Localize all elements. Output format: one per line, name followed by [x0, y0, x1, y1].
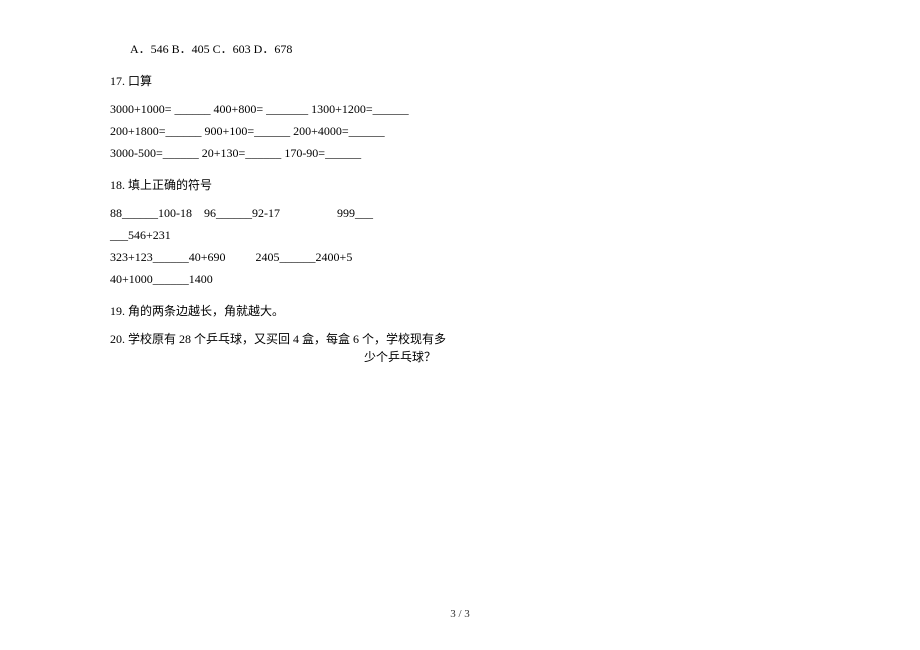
q18-r1-b: 96______92-17 — [204, 206, 337, 220]
q18-row2: ___546+231 — [110, 226, 810, 244]
q17-r2-a: 200+1800=______ — [110, 124, 205, 138]
mc-text: A．546 B．405 C．603 D．678 — [130, 42, 292, 56]
q17-r3-b: 20+130=______ — [202, 146, 285, 160]
document-page: A．546 B．405 C．603 D．678 17. 口算 3000+1000… — [0, 0, 920, 366]
multiple-choice-options: A．546 B．405 C．603 D．678 — [110, 40, 810, 58]
q17-r1-a: 3000+1000= ______ — [110, 102, 214, 116]
q17-r2-b: 900+100=______ — [205, 124, 294, 138]
q18-title: 18. 填上正确的符号 — [110, 176, 810, 194]
page-number: 3 / 3 — [0, 608, 920, 620]
q17-row3: 3000-500=______ 20+130=______ 170-90=___… — [110, 144, 810, 162]
q20-line2: 少个乒乓球？ — [110, 348, 810, 366]
q20-block: 20. 学校原有 28 个乒乓球，又买回 4 盒，每盒 6 个，学校现有多 少个… — [110, 330, 810, 366]
q17-r1-c: 1300+1200=______ — [311, 102, 409, 116]
q18-r3-a: 323+123______40+690 — [110, 250, 256, 264]
q17-row2: 200+1800=______ 900+100=______ 200+4000=… — [110, 122, 810, 140]
q19-text: 19. 角的两条边越长，角就越大。 — [110, 302, 810, 320]
q17-r3-a: 3000-500=______ — [110, 146, 202, 160]
q18-r1-c: 999___ — [337, 206, 373, 220]
q18-r3-b: 2405______2400+5 — [256, 250, 353, 264]
q17-row1: 3000+1000= ______ 400+800= _______ 1300+… — [110, 100, 810, 118]
q18-row1: 88______100-18 96______92-17 999___ — [110, 204, 810, 222]
q17-r2-c: 200+4000=______ — [293, 124, 385, 138]
q17-r3-c: 170-90=______ — [284, 146, 361, 160]
q18-r1-a: 88______100-18 — [110, 206, 204, 220]
q20-line1: 20. 学校原有 28 个乒乓球，又买回 4 盒，每盒 6 个，学校现有多 — [110, 330, 810, 348]
q18-row4: 40+1000______1400 — [110, 270, 810, 288]
q18-row3: 323+123______40+690 2405______2400+5 — [110, 248, 810, 266]
q17-title: 17. 口算 — [110, 72, 810, 90]
q17-r1-b: 400+800= _______ — [214, 102, 312, 116]
